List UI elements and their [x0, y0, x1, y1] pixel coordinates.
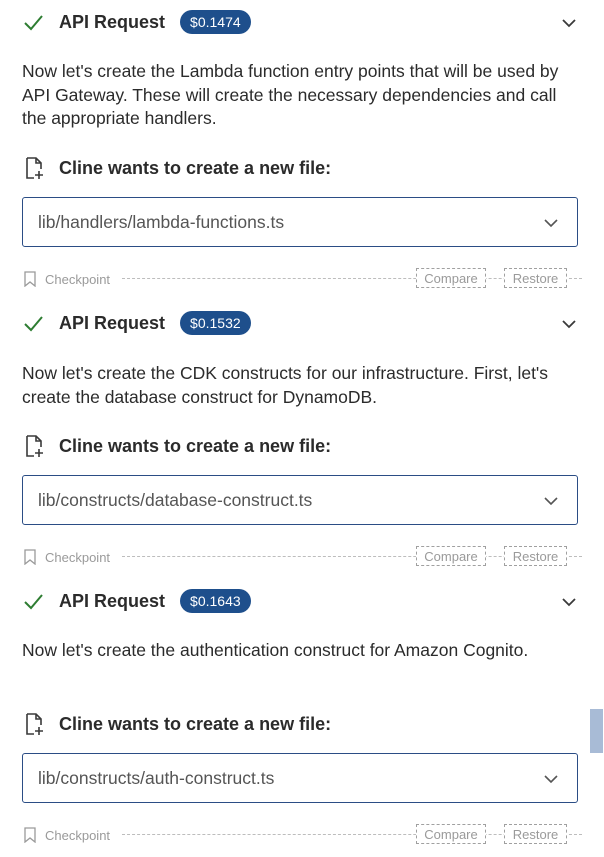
compare-button[interactable]: Compare — [416, 546, 486, 566]
cost-badge: $0.1643 — [180, 589, 251, 613]
check-icon — [24, 316, 43, 332]
assistant-message: Now let's create the Lambda function ent… — [22, 61, 559, 128]
file-path-box[interactable]: lib/handlers/lambda-functions.ts — [22, 197, 578, 247]
checkpoint-row: Checkpoint Compare Restore — [22, 268, 582, 290]
compare-button[interactable]: Compare — [416, 268, 486, 288]
bookmark-icon — [24, 827, 36, 843]
checkpoint-row: Checkpoint Compare Restore — [22, 546, 582, 568]
chevron-down-icon[interactable] — [560, 315, 578, 333]
api-request-header[interactable]: API Request $0.1532 — [22, 308, 578, 338]
create-file-title: Cline wants to create a new file: — [59, 713, 332, 734]
restore-button[interactable]: Restore — [504, 268, 567, 288]
chevron-down-icon[interactable] — [542, 770, 560, 788]
file-path: lib/handlers/lambda-functions.ts — [38, 211, 285, 232]
restore-button[interactable]: Restore — [504, 546, 567, 566]
checkpoint-row: Checkpoint Compare Restore — [22, 824, 582, 846]
chevron-down-icon[interactable] — [560, 14, 578, 32]
api-request-title: API Request — [59, 312, 166, 333]
create-file-header: Cline wants to create a new file: — [22, 709, 331, 739]
create-file-title: Cline wants to create a new file: — [59, 157, 332, 178]
compare-button[interactable]: Compare — [416, 824, 486, 844]
check-icon — [24, 594, 43, 610]
api-request-header[interactable]: API Request $0.1643 — [22, 586, 578, 616]
file-plus-icon — [26, 157, 43, 179]
assistant-message: Now let's create the authentication cons… — [22, 640, 529, 660]
api-request-header[interactable]: API Request $0.1474 — [22, 7, 578, 37]
checkpoint-label: Checkpoint — [45, 828, 111, 843]
scrollbar-thumb[interactable] — [590, 709, 603, 753]
cost-badge: $0.1532 — [180, 311, 251, 335]
file-path-box[interactable]: lib/constructs/database-construct.ts — [22, 475, 578, 525]
bookmark-icon — [24, 271, 36, 287]
file-plus-icon — [26, 435, 43, 457]
chevron-down-icon[interactable] — [560, 593, 578, 611]
file-path: lib/constructs/auth-construct.ts — [38, 767, 275, 788]
file-plus-icon — [26, 713, 43, 735]
checkpoint-label: Checkpoint — [45, 272, 111, 287]
api-request-title: API Request — [59, 590, 166, 611]
create-file-title: Cline wants to create a new file: — [59, 435, 332, 456]
create-file-header: Cline wants to create a new file: — [22, 431, 331, 461]
chevron-down-icon[interactable] — [542, 492, 560, 510]
assistant-message: Now let's create the CDK constructs for … — [22, 363, 549, 407]
file-path: lib/constructs/database-construct.ts — [38, 489, 313, 510]
check-icon — [24, 15, 43, 31]
file-path-box[interactable]: lib/constructs/auth-construct.ts — [22, 753, 578, 803]
create-file-header: Cline wants to create a new file: — [22, 153, 331, 183]
checkpoint-label: Checkpoint — [45, 550, 111, 565]
bookmark-icon — [24, 549, 36, 565]
cost-badge: $0.1474 — [180, 10, 251, 34]
restore-button[interactable]: Restore — [504, 824, 567, 844]
api-request-title: API Request — [59, 11, 166, 32]
chevron-down-icon[interactable] — [542, 214, 560, 232]
